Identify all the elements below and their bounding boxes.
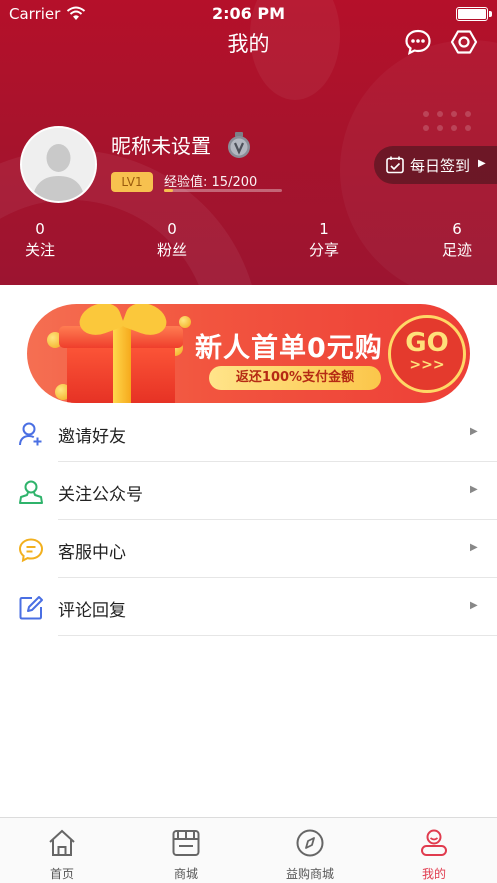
status-time: 2:06 PM [211,4,285,23]
menu-item-label: 邀请好友 [58,427,126,447]
settings-icon [450,30,478,54]
menu-item-comment-replies[interactable]: 评论回复 ▶ [0,578,497,636]
battery-icon [456,7,492,21]
daily-checkin-label: 每日签到 [410,157,471,175]
chat-icon [405,29,431,56]
chevron-right-icon: ▶ [470,600,478,611]
daily-checkin-button[interactable]: 每日签到 ▶ [374,146,497,184]
stat-value: 6 [452,220,462,238]
stat-label: 粉丝 [156,241,187,259]
gift-ribbon [113,326,131,403]
stat-value: 0 [167,220,177,238]
divider [58,635,497,636]
settings-button[interactable] [450,28,478,56]
chevron-right-icon: ▶ [470,484,478,495]
user-follow-icon [19,480,43,504]
tab-label: 我的 [421,867,446,881]
go-button[interactable]: GO >>> [388,315,466,393]
stat-label: 分享 [308,241,339,259]
stat-label: 足迹 [441,241,472,259]
experience-progress-bar [164,189,282,192]
tab-label: 益购商城 [285,867,334,881]
menu-item-label: 关注公众号 [58,485,143,505]
experience-progress-fill [164,189,173,192]
decorative-dots [423,111,483,141]
promo-subline: 返还100%支付金额 [209,366,381,390]
stat-footprints[interactable]: 6 足迹 [427,220,487,260]
tab-store[interactable]: 商城 [124,818,248,883]
promo-headline: 新人首单0元购 [195,333,383,364]
stat-value: 0 [35,220,45,238]
calendar-check-icon [386,156,404,174]
experience-label-text: 经验值: [164,175,208,190]
stat-value: 1 [319,220,329,238]
avatar[interactable] [20,126,97,203]
message-button[interactable] [404,28,432,56]
chevron-right-icon: ▶ [470,426,478,437]
tab-label: 商城 [173,867,198,881]
invite-user-icon [19,422,42,446]
stat-shares[interactable]: 1 分享 [294,220,354,260]
go-label: GO [405,328,449,358]
tab-home[interactable]: 首页 [0,818,124,883]
store-icon [172,830,200,856]
new-user-promo-banner[interactable]: 新人首单0元购 返还100%支付金额 GO >>> [27,304,470,403]
level-badge: LV1 [111,172,153,192]
vip-medal-icon [225,131,253,159]
menu-item-follow-account[interactable]: 关注公众号 ▶ [0,462,497,520]
menu-item-label: 评论回复 [58,601,126,621]
tab-label: 首页 [49,867,74,881]
default-avatar-icon [22,128,95,201]
menu-item-label: 客服中心 [58,543,126,563]
compass-icon [296,829,324,857]
chat-bubble-icon [18,538,44,563]
go-arrows: >>> [409,357,445,373]
home-icon [49,829,75,856]
chevron-right-icon: ▶ [470,542,478,553]
stat-following[interactable]: 0 关注 [10,220,70,260]
tab-mine[interactable]: 我的 [372,818,496,883]
bottom-tab-bar: 首页 商城 益购商城 我的 [0,817,497,883]
menu-item-customer-service[interactable]: 客服中心 ▶ [0,520,497,578]
tab-yigou-mall[interactable]: 益购商城 [248,818,372,883]
profile-header: Carrier 2:06 PM 我的 昵称未设置 LV1 经验值: 15/200… [0,0,497,285]
edit-icon [19,596,43,620]
menu-item-invite-friends[interactable]: 邀请好友 ▶ [0,404,497,462]
experience-label: 经验值: 15/200 [164,171,257,190]
status-bar: Carrier 2:06 PM [0,0,497,28]
stat-fans[interactable]: 0 粉丝 [142,220,202,260]
experience-value: 15/200 [211,175,258,190]
menu-list: 邀请好友 ▶ 关注公众号 ▶ 客服中心 ▶ 评论回复 ▶ [0,404,497,636]
nickname[interactable]: 昵称未设置 [111,130,211,159]
profile-icon [421,829,447,856]
chevron-right-icon: ▶ [478,158,486,169]
stat-label: 关注 [24,241,55,259]
